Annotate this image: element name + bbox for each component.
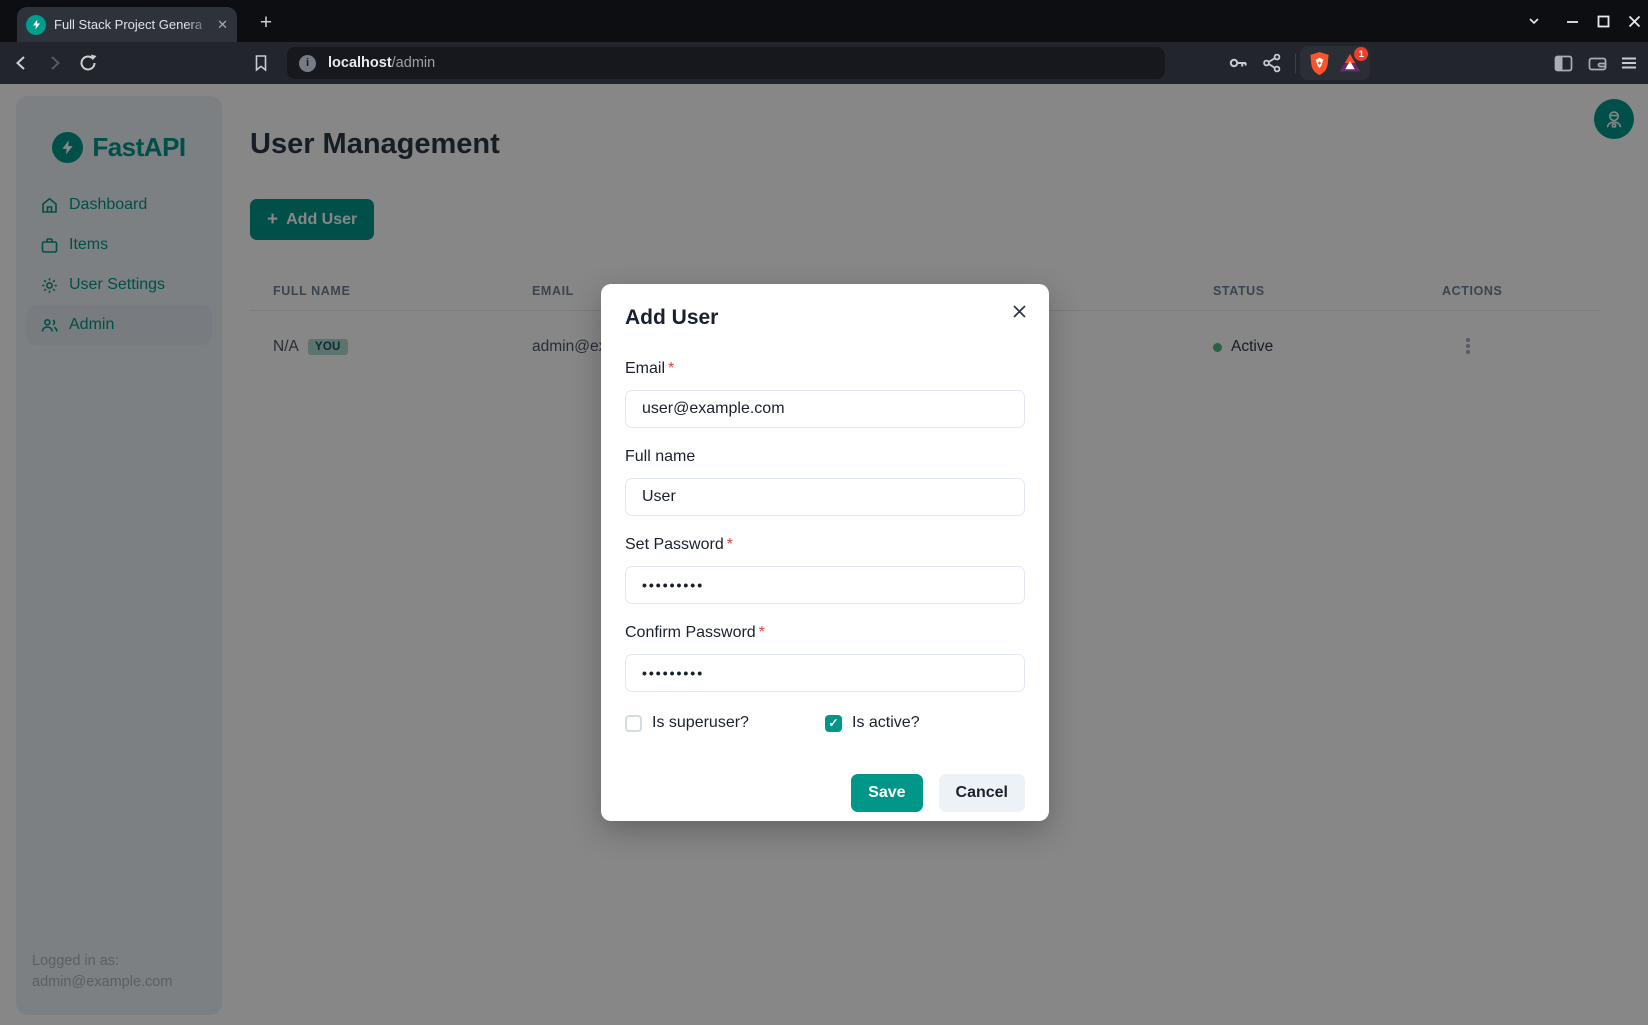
password-key-icon[interactable] bbox=[1226, 51, 1250, 75]
sidebar-toggle-icon[interactable] bbox=[1551, 51, 1575, 75]
page-content: FastAPI Dashboard Items User Settings bbox=[0, 84, 1648, 1025]
set-password-field-group: Set Password* bbox=[625, 536, 1025, 604]
brave-rewards-icon[interactable]: 1 bbox=[1338, 51, 1362, 75]
url-host: localhost bbox=[328, 55, 392, 71]
brave-shield-icon[interactable] bbox=[1308, 51, 1331, 76]
full-name-label: Full name bbox=[625, 448, 1025, 466]
checkbox-icon[interactable] bbox=[825, 715, 842, 732]
set-password-label: Set Password* bbox=[625, 536, 1025, 554]
required-mark: * bbox=[759, 624, 765, 641]
modal-title: Add User bbox=[625, 306, 1025, 330]
set-password-field[interactable] bbox=[625, 566, 1025, 604]
reload-button[interactable] bbox=[76, 51, 100, 75]
browser-toolbar: i localhost/admin 1 bbox=[0, 42, 1648, 84]
full-name-field-group: Full name bbox=[625, 448, 1025, 516]
modal-close-icon[interactable] bbox=[1006, 298, 1032, 324]
tab-close-icon[interactable]: ✕ bbox=[217, 18, 228, 31]
add-user-modal: Add User Email* Full name Set Password* … bbox=[601, 284, 1049, 821]
tab-search-chevron-icon[interactable] bbox=[1523, 11, 1545, 31]
save-button[interactable]: Save bbox=[851, 774, 922, 812]
window-maximize-button[interactable] bbox=[1592, 11, 1614, 31]
confirm-password-field-group: Confirm Password* bbox=[625, 624, 1025, 692]
toolbar-divider bbox=[1295, 54, 1296, 73]
browser-window: Full Stack Project Genera ✕ + bbox=[0, 0, 1648, 1025]
is-active-checkbox[interactable]: Is active? bbox=[825, 714, 1025, 732]
new-tab-button[interactable]: + bbox=[252, 9, 280, 37]
email-label: Email* bbox=[625, 360, 1025, 378]
window-close-button[interactable] bbox=[1623, 11, 1645, 31]
email-field-group: Email* bbox=[625, 360, 1025, 428]
browser-tab[interactable]: Full Stack Project Genera ✕ bbox=[17, 7, 237, 42]
confirm-password-label: Confirm Password* bbox=[625, 624, 1025, 642]
forward-button[interactable] bbox=[42, 51, 66, 75]
extensions-group: 1 bbox=[1300, 46, 1370, 80]
cancel-button[interactable]: Cancel bbox=[939, 774, 1025, 812]
url-bar[interactable]: i localhost/admin bbox=[287, 47, 1165, 79]
email-field[interactable] bbox=[625, 390, 1025, 428]
checkbox-icon[interactable] bbox=[625, 715, 642, 732]
is-superuser-checkbox[interactable]: Is superuser? bbox=[625, 714, 825, 732]
is-active-label: Is active? bbox=[852, 714, 920, 732]
wallet-icon[interactable] bbox=[1585, 51, 1609, 75]
url-text: localhost/admin bbox=[328, 55, 435, 71]
required-mark: * bbox=[668, 360, 674, 377]
browser-titlebar: Full Stack Project Genera ✕ + bbox=[0, 0, 1648, 42]
confirm-password-field[interactable] bbox=[625, 654, 1025, 692]
is-superuser-label: Is superuser? bbox=[652, 714, 749, 732]
rewards-notification-badge: 1 bbox=[1354, 47, 1368, 61]
bookmark-icon[interactable] bbox=[249, 51, 273, 75]
checkbox-row: Is superuser? Is active? bbox=[625, 714, 1025, 732]
share-icon[interactable] bbox=[1260, 51, 1284, 75]
fastapi-favicon-icon bbox=[26, 15, 46, 35]
required-mark: * bbox=[727, 536, 733, 553]
full-name-field[interactable] bbox=[625, 478, 1025, 516]
back-button[interactable] bbox=[10, 51, 34, 75]
url-path: /admin bbox=[392, 55, 436, 71]
site-info-icon[interactable]: i bbox=[299, 55, 316, 72]
window-minimize-button[interactable] bbox=[1561, 11, 1583, 31]
menu-hamburger-icon[interactable] bbox=[1617, 51, 1641, 75]
modal-footer: Save Cancel bbox=[625, 774, 1025, 812]
tab-title: Full Stack Project Genera bbox=[54, 17, 213, 33]
